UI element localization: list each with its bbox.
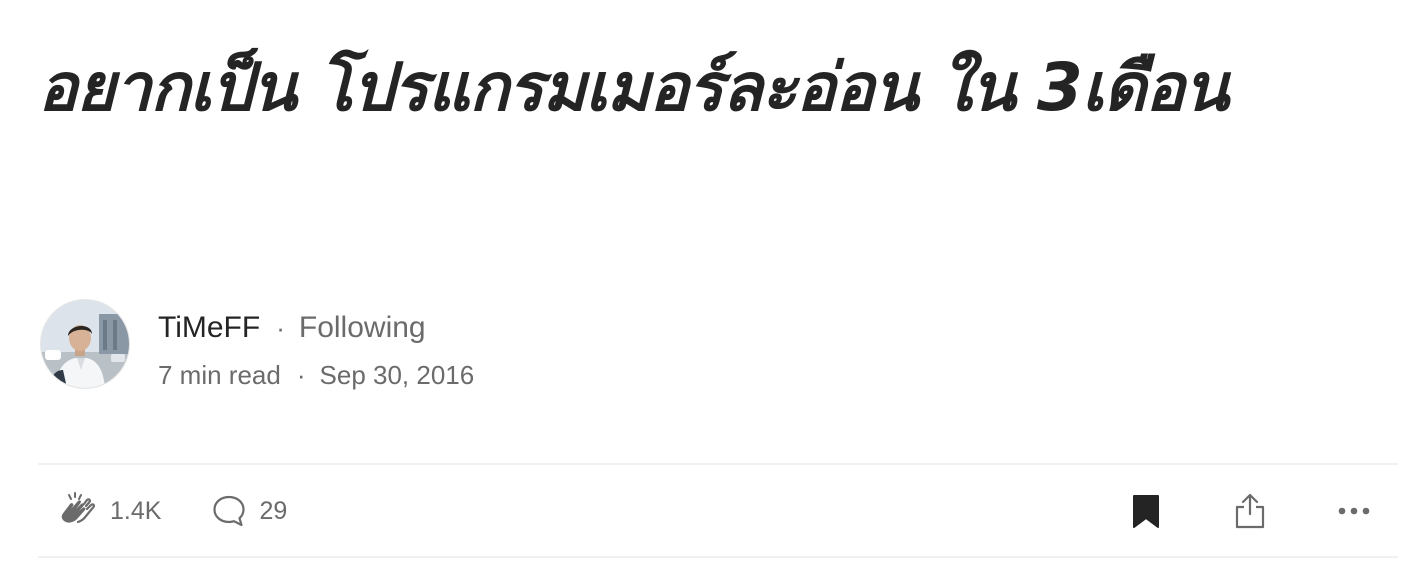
- author-avatar[interactable]: [41, 300, 129, 388]
- comment-button[interactable]: 29: [211, 493, 287, 529]
- action-bar-divider-bottom: [38, 556, 1398, 558]
- clap-button[interactable]: 1.4K: [56, 490, 161, 532]
- more-options-button[interactable]: [1329, 486, 1379, 536]
- read-time: 7 min read: [158, 359, 281, 390]
- separator-dot: ·: [296, 359, 306, 390]
- share-icon: [1235, 493, 1265, 529]
- article-title: อยากเป็น โปรแกรมเมอร์ละอ่อน ใน 3เดือน: [38, 49, 1229, 126]
- clap-icon: [61, 492, 96, 524]
- article-meta: 7 min read · Sep 30, 2016: [158, 358, 474, 392]
- comment-icon: [213, 495, 246, 527]
- following-button[interactable]: Following: [299, 311, 426, 345]
- action-bar-divider-top: [38, 463, 1398, 465]
- avatar-image: [41, 300, 129, 388]
- bookmark-button[interactable]: [1121, 486, 1171, 536]
- separator-dot: ·: [276, 312, 285, 343]
- share-button[interactable]: [1225, 486, 1275, 536]
- author-line: TiMeFF · Following: [158, 309, 426, 347]
- clap-count: 1.4K: [110, 496, 162, 525]
- more-icon: [1338, 507, 1370, 515]
- publish-date: Sep 30, 2016: [319, 359, 475, 390]
- engagement-bar: 1.4K 29: [56, 486, 287, 536]
- comment-count: 29: [259, 496, 288, 525]
- author-name-link[interactable]: TiMeFF: [158, 311, 260, 345]
- bookmark-icon: [1133, 495, 1159, 528]
